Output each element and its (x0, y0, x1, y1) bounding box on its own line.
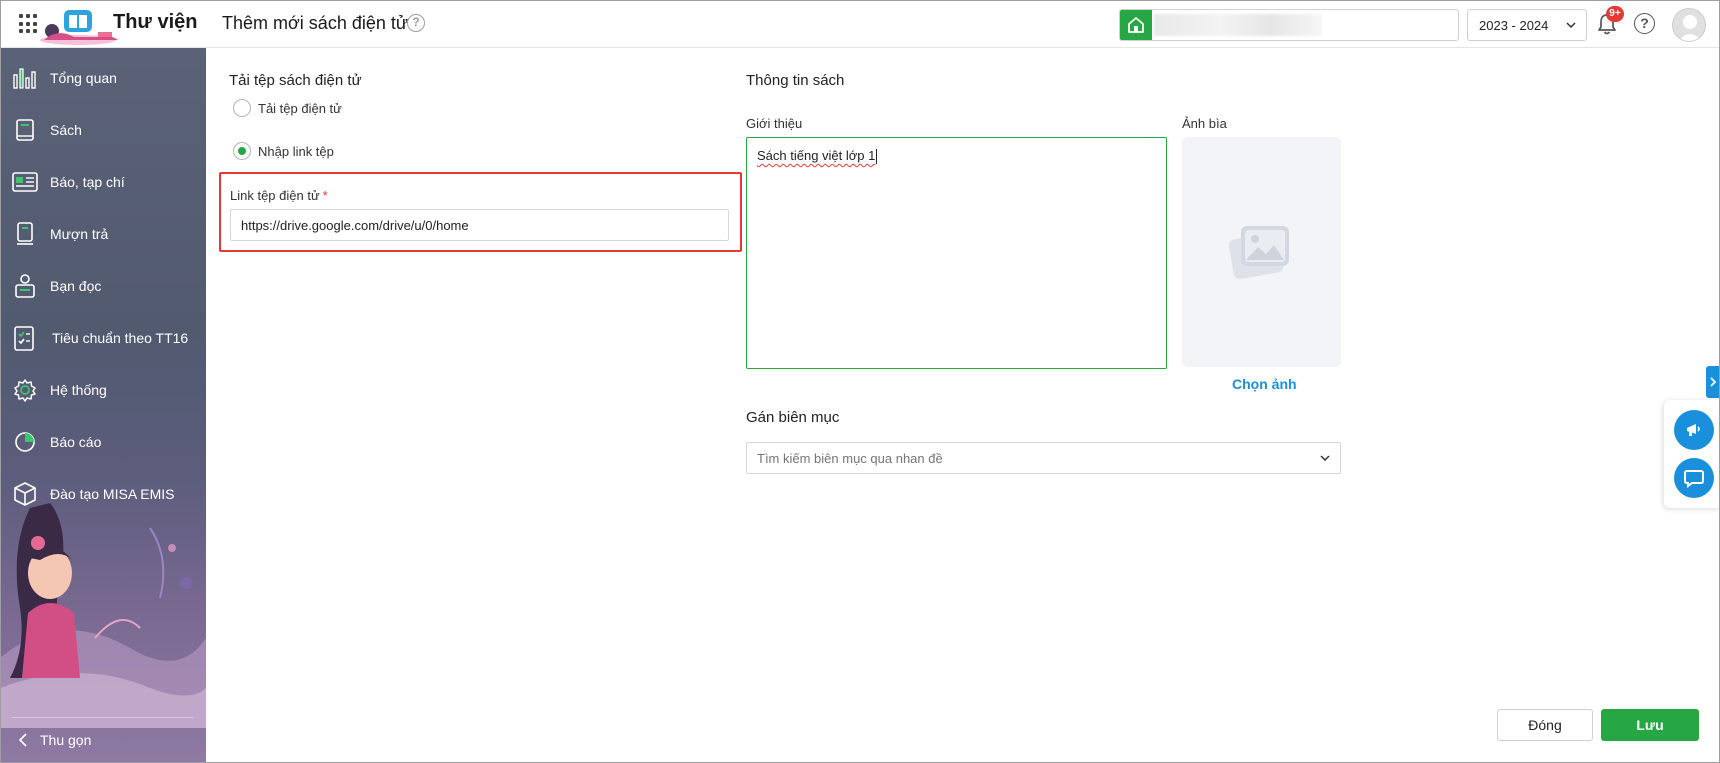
sidebar-divider (12, 717, 194, 718)
floating-action-panel (1664, 400, 1720, 508)
intro-value: Sách tiếng việt lớp 1 (757, 148, 876, 163)
sidebar-item-label: Đào tạo MISA EMIS (50, 486, 175, 502)
collapse-label: Thu gọn (40, 732, 92, 748)
catalog-section-title: Gán biên mục (746, 409, 840, 426)
radio-upload-file-control[interactable] (233, 99, 251, 117)
book-info-title: Thông tin sách (746, 72, 845, 89)
library-logo (40, 10, 118, 45)
checklist-icon (12, 325, 38, 351)
upload-section-title: Tải tệp sách điện tử (229, 72, 362, 89)
sidebar-item-tt16-standards[interactable]: Tiêu chuẩn theo TT16 (0, 316, 206, 360)
cover-label: Ảnh bìa (1182, 116, 1227, 131)
close-button[interactable]: Đóng (1497, 709, 1593, 741)
school-year-select[interactable]: 2023 - 2024 (1467, 9, 1587, 41)
cover-image-placeholder[interactable] (1182, 137, 1341, 367)
sidebar-item-label: Bạn đọc (50, 278, 102, 294)
sidebar-item-label: Tiêu chuẩn theo TT16 (52, 330, 189, 346)
help-icon[interactable]: ? (407, 14, 425, 32)
sidebar: Tổng quan Sách Báo, tạp chí Mượn trả Bạn… (0, 48, 206, 763)
link-field-label: Link tệp điện tử * (230, 188, 328, 203)
chevron-left-icon (18, 733, 27, 747)
announcement-button[interactable] (1674, 410, 1714, 450)
sidebar-item-magazines[interactable]: Báo, tạp chí (0, 160, 206, 204)
sidebar-illustration (0, 503, 206, 728)
notification-badge: 9+ (1606, 6, 1624, 22)
help-center-icon[interactable]: ? (1634, 13, 1655, 34)
borrow-return-icon (12, 221, 38, 247)
app-launcher-icon[interactable] (19, 14, 39, 34)
catalog-select[interactable]: Tìm kiếm biên mục qua nhan đề (746, 442, 1341, 474)
avatar[interactable] (1672, 8, 1706, 42)
chevron-right-icon (1710, 377, 1717, 387)
newspaper-icon (12, 169, 38, 195)
radio-enter-link[interactable]: Nhập link tệp (233, 142, 334, 160)
radio-enter-link-label: Nhập link tệp (258, 143, 334, 159)
sidebar-item-label: Tổng quan (50, 70, 117, 86)
sidebar-item-label: Báo cáo (50, 434, 102, 450)
cube-icon (12, 481, 38, 507)
sidebar-item-borrow-return[interactable]: Mượn trả (0, 212, 206, 256)
reader-icon (12, 273, 38, 299)
school-selector[interactable] (1119, 9, 1459, 41)
bar-chart-icon (12, 65, 38, 91)
required-mark: * (322, 188, 328, 203)
link-field-label-text: Link tệp điện tử (230, 188, 320, 203)
chevron-down-icon (1320, 455, 1330, 462)
school-name-blurred (1154, 14, 1322, 36)
sidebar-item-reports[interactable]: Báo cáo (0, 420, 206, 464)
image-placeholder-icon (1229, 226, 1289, 280)
top-header: Thư viện Thêm mới sách điện tử ? 2023 - … (0, 0, 1720, 48)
catalog-placeholder: Tìm kiếm biên mục qua nhan đề (757, 451, 943, 466)
text-caret (876, 149, 878, 165)
sidebar-item-books[interactable]: Sách (0, 108, 206, 152)
pie-chart-icon (12, 429, 38, 455)
link-input[interactable]: https://drive.google.com/drive/u/0/home (230, 209, 729, 241)
intro-label: Giới thiệu (746, 116, 803, 131)
gear-icon (12, 377, 38, 403)
school-home-icon (1120, 10, 1152, 40)
radio-upload-file-label: Tải tệp điện tử (258, 100, 342, 116)
radio-enter-link-control[interactable] (233, 142, 251, 160)
sidebar-collapse-button[interactable]: Thu gọn (18, 732, 91, 748)
app-title: Thư viện (113, 11, 198, 33)
page-title: Thêm mới sách điện tử (222, 13, 408, 33)
intro-textarea[interactable]: Sách tiếng việt lớp 1 (746, 137, 1167, 369)
choose-image-link[interactable]: Chọn ảnh (1232, 376, 1297, 392)
sidebar-item-overview[interactable]: Tổng quan (0, 56, 206, 100)
chevron-down-icon (1566, 22, 1576, 29)
megaphone-icon (1687, 424, 1700, 436)
chat-icon (1684, 470, 1704, 488)
sidebar-item-label: Báo, tạp chí (50, 174, 125, 190)
link-input-value: https://drive.google.com/drive/u/0/home (241, 218, 469, 233)
sidebar-item-label: Mượn trả (50, 226, 109, 242)
sidebar-item-system[interactable]: Hệ thống (0, 368, 206, 412)
book-icon (12, 117, 38, 143)
sidebar-item-readers[interactable]: Bạn đọc (0, 264, 206, 308)
radio-upload-file[interactable]: Tải tệp điện tử (233, 99, 342, 117)
sidebar-item-training[interactable]: Đào tạo MISA EMIS (0, 472, 206, 516)
school-year-value: 2023 - 2024 (1479, 18, 1549, 33)
chat-button[interactable] (1674, 458, 1714, 498)
save-button[interactable]: Lưu (1601, 709, 1699, 741)
sidebar-item-label: Sách (50, 122, 82, 138)
sidebar-item-label: Hệ thống (50, 382, 107, 398)
side-panel-toggle[interactable] (1706, 366, 1720, 398)
